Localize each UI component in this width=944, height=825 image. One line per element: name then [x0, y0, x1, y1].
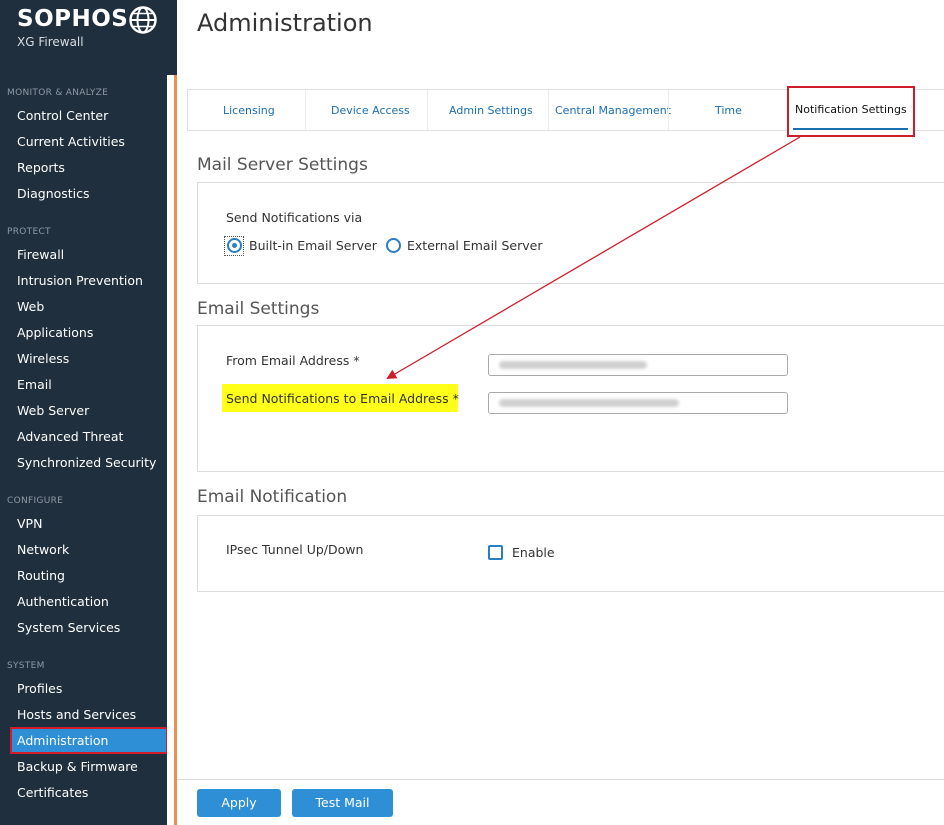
apply-button[interactable]: Apply — [197, 789, 281, 817]
sidebar-item-wireless[interactable]: Wireless — [17, 351, 69, 366]
mail-server-panel — [197, 182, 944, 284]
sidebar-item-system-services[interactable]: System Services — [17, 620, 120, 635]
app-window: SOPHOS XG Firewall MONITOR & ANALYZE Con… — [0, 0, 944, 825]
tab-admin-settings[interactable]: Admin Settings — [449, 104, 533, 117]
tab-notification-settings[interactable]: Notification Settings — [795, 103, 907, 116]
sidebar-item-backup-firmware[interactable]: Backup & Firmware — [17, 759, 138, 774]
radio-builtin-email-server[interactable] — [227, 238, 242, 253]
sidebar-item-firewall[interactable]: Firewall — [17, 247, 64, 262]
sidebar-item-authentication[interactable]: Authentication — [17, 594, 109, 609]
tab-divider — [548, 90, 549, 130]
sidebar-item-diagnostics[interactable]: Diagnostics — [17, 186, 90, 201]
sidebar-item-applications[interactable]: Applications — [17, 325, 93, 340]
sidebar-item-email[interactable]: Email — [17, 377, 52, 392]
sidebar-item-network[interactable]: Network — [17, 542, 69, 557]
product-name: XG Firewall — [17, 35, 84, 49]
from-email-input[interactable] — [488, 354, 788, 376]
tab-central-management[interactable]: Central Management — [555, 104, 671, 117]
active-tab-indicator — [793, 128, 908, 130]
sidebar-item-advanced-threat[interactable]: Advanced Threat — [17, 429, 123, 444]
page-title: Administration — [197, 9, 373, 37]
tab-device-access[interactable]: Device Access — [331, 104, 410, 117]
sidebar-item-synchronized-security[interactable]: Synchronized Security — [17, 455, 156, 470]
from-email-label: From Email Address * — [226, 353, 360, 368]
tab-divider — [305, 90, 306, 130]
sidebar-item-administration[interactable]: Administration — [17, 733, 108, 748]
test-mail-button[interactable]: Test Mail — [292, 789, 393, 817]
redacted-value — [499, 361, 647, 369]
ipsec-tunnel-label: IPsec Tunnel Up/Down — [226, 542, 364, 557]
sidebar-item-control-center[interactable]: Control Center — [17, 108, 108, 123]
sidebar-item-certificates[interactable]: Certificates — [17, 785, 88, 800]
send-via-label: Send Notifications via — [226, 210, 363, 225]
sidebar-item-hosts-and-services[interactable]: Hosts and Services — [17, 707, 136, 722]
sidebar-item-web-server[interactable]: Web Server — [17, 403, 89, 418]
sidebar: SOPHOS XG Firewall MONITOR & ANALYZE Con… — [0, 0, 177, 825]
sidebar-item-current-activities[interactable]: Current Activities — [17, 134, 125, 149]
globe-icon — [129, 6, 157, 34]
builtin-email-server-label[interactable]: Built-in Email Server — [249, 238, 377, 253]
brand-logo: SOPHOS — [17, 6, 129, 32]
email-notification-title: Email Notification — [197, 487, 348, 507]
sidebar-item-web[interactable]: Web — [17, 299, 44, 314]
email-settings-title: Email Settings — [197, 299, 320, 319]
sidebar-item-reports[interactable]: Reports — [17, 160, 65, 175]
enable-label[interactable]: Enable — [512, 545, 555, 560]
sidebar-item-intrusion-prevention[interactable]: Intrusion Prevention — [17, 273, 143, 288]
section-system: SYSTEM — [7, 661, 45, 671]
sidebar-item-routing[interactable]: Routing — [17, 568, 65, 583]
tab-licensing[interactable]: Licensing — [223, 104, 275, 117]
tab-divider — [427, 90, 428, 130]
to-email-input[interactable] — [488, 392, 788, 414]
sidebar-item-profiles[interactable]: Profiles — [17, 681, 62, 696]
mail-server-settings-title: Mail Server Settings — [197, 155, 368, 175]
to-email-label: Send Notifications to Email Address * — [226, 391, 459, 406]
sidebar-item-vpn[interactable]: VPN — [17, 516, 42, 531]
external-email-server-label[interactable]: External Email Server — [407, 238, 542, 253]
enable-checkbox[interactable] — [488, 545, 503, 560]
section-configure: CONFIGURE — [7, 496, 64, 506]
radio-external-email-server[interactable] — [386, 238, 401, 253]
tab-divider — [668, 90, 669, 130]
tab-time[interactable]: Time — [715, 104, 742, 117]
redacted-value — [499, 399, 679, 407]
sidebar-accent-strip — [174, 75, 177, 825]
section-protect: PROTECT — [7, 227, 51, 237]
section-monitor-analyze: MONITOR & ANALYZE — [7, 88, 109, 98]
